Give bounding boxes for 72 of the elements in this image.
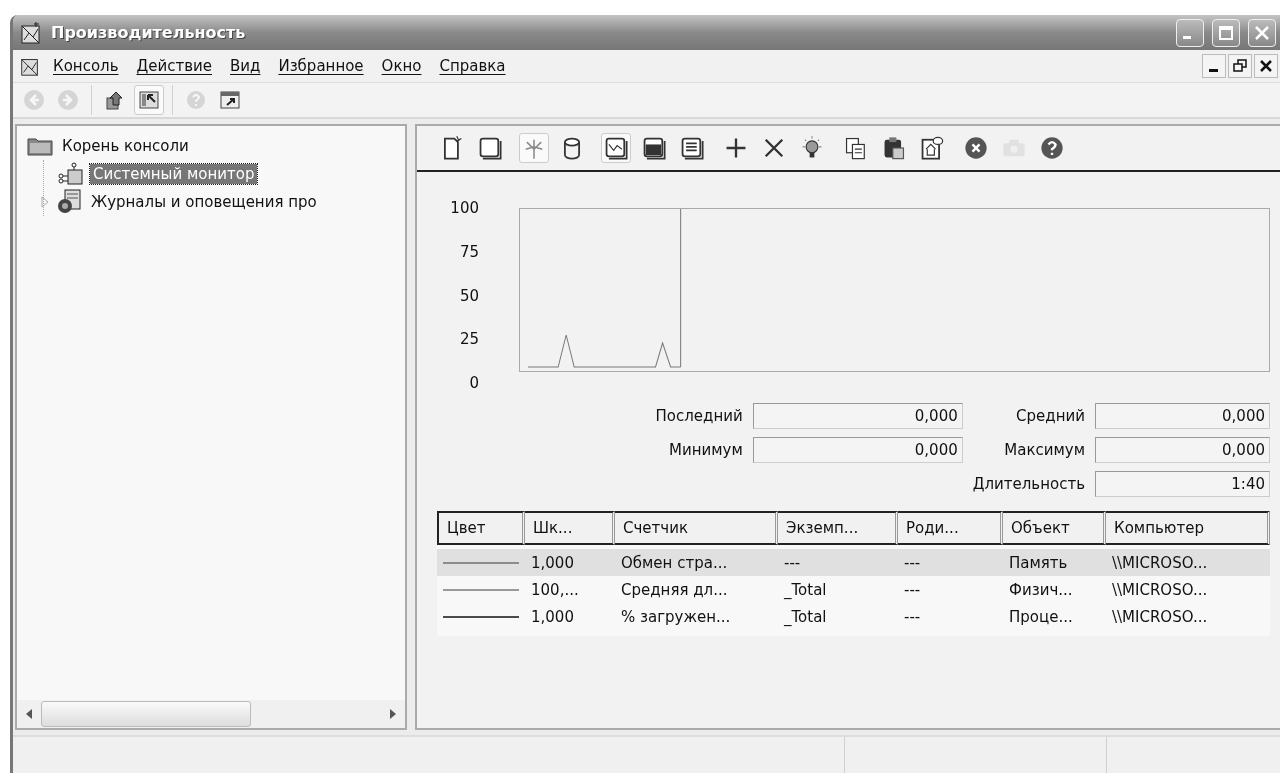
column-header[interactable]: Экземп... bbox=[778, 511, 898, 545]
table-row[interactable]: 1,000 Обмен стра... --- --- Память \\MICROSO... bbox=[437, 549, 1270, 576]
axis-tick-label: 100 bbox=[450, 198, 479, 218]
right-arrow-icon[interactable] bbox=[389, 709, 397, 719]
axis-tick-label: 25 bbox=[459, 329, 479, 350]
table-cell-text: Средняя дл... bbox=[620, 579, 729, 601]
column-header[interactable]: Цвет bbox=[437, 511, 525, 545]
table-cell-text: Память bbox=[1008, 552, 1069, 574]
column-header[interactable]: Счетчик bbox=[615, 511, 778, 545]
axis-tick-label: 75 bbox=[459, 241, 479, 262]
stat-label: Максимум bbox=[1003, 441, 1085, 459]
line-graph-icon[interactable] bbox=[601, 133, 631, 163]
table-cell-text: --- bbox=[903, 552, 922, 574]
table-cell-text: --- bbox=[903, 579, 922, 601]
window-title: Производительность bbox=[51, 23, 247, 42]
stat-field: 0,000 bbox=[752, 403, 963, 429]
minimize-icon bbox=[1183, 36, 1191, 39]
stat-field: 0,000 bbox=[752, 437, 963, 463]
menu-item[interactable]: Консоль bbox=[49, 55, 133, 77]
menu-item[interactable]: Избранное bbox=[274, 55, 378, 77]
table-cell-text: \\MICROSO... bbox=[1111, 552, 1209, 574]
table-cell-text: % загружен... bbox=[620, 606, 732, 628]
axis-tick-label: 50 bbox=[459, 285, 479, 306]
close-button[interactable] bbox=[1254, 54, 1278, 78]
app-icon bbox=[19, 20, 43, 45]
column-header[interactable]: Объект bbox=[1003, 511, 1106, 545]
restore-button[interactable] bbox=[1228, 54, 1252, 78]
stat-label: Длительность bbox=[972, 475, 1085, 493]
stat-label: Последний bbox=[655, 407, 743, 425]
monitor-icon bbox=[58, 162, 84, 186]
stat-label: Средний bbox=[1015, 407, 1085, 425]
tree-item[interactable]: Журналы и оповещения про bbox=[88, 192, 320, 212]
minimize-button[interactable] bbox=[1202, 54, 1226, 78]
table-cell-text: \\MICROSO... bbox=[1111, 606, 1209, 628]
column-header[interactable]: Компьютер bbox=[1106, 511, 1270, 545]
table-cell-text: Обмен стра... bbox=[620, 552, 729, 574]
tree-pane-icon[interactable] bbox=[134, 85, 164, 115]
table-cell-text: --- bbox=[903, 606, 922, 628]
tree-item[interactable]: Системный монитор bbox=[90, 164, 258, 184]
menu-item[interactable]: Действие bbox=[132, 55, 226, 77]
maximize-icon bbox=[1218, 24, 1234, 41]
axis-tick-label: 0 bbox=[469, 373, 479, 393]
left-arrow-icon[interactable] bbox=[25, 709, 33, 719]
restore-icon bbox=[1233, 59, 1247, 73]
table-cell-text: 1,000 bbox=[530, 606, 575, 628]
logs-icon bbox=[56, 189, 82, 215]
table-cell-text: \\MICROSO... bbox=[1111, 579, 1209, 601]
menu-item[interactable]: Справка bbox=[435, 55, 520, 77]
minimize-icon bbox=[1208, 69, 1218, 72]
stat-field: 1:40 bbox=[1095, 471, 1270, 497]
table-cell-text: 1,000 bbox=[530, 552, 575, 574]
table-cell-text: --- bbox=[783, 552, 802, 574]
column-header[interactable]: Шк... bbox=[525, 511, 615, 545]
table-cell-text: Проце... bbox=[1008, 606, 1074, 628]
tree-item[interactable]: Корень консоли bbox=[59, 136, 192, 156]
menu-item[interactable]: Вид bbox=[226, 55, 275, 77]
close-icon bbox=[1254, 24, 1270, 41]
burst-icon[interactable] bbox=[519, 133, 549, 163]
close-icon bbox=[1259, 59, 1273, 73]
table-cell-text: 100,... bbox=[530, 579, 580, 601]
column-header[interactable]: Роди... bbox=[898, 511, 1003, 545]
table-cell-text: _Total bbox=[783, 606, 828, 628]
stat-field: 0,000 bbox=[1095, 437, 1270, 463]
table-cell-text: Физич... bbox=[1008, 579, 1074, 601]
folder-icon bbox=[27, 136, 53, 156]
menu-item[interactable]: Окно bbox=[377, 55, 436, 77]
scrollbar-thumb[interactable] bbox=[41, 701, 251, 727]
horizontal-scrollbar[interactable] bbox=[17, 700, 405, 728]
maximize-button[interactable] bbox=[1212, 18, 1240, 47]
table-cell-text: _Total bbox=[783, 579, 828, 601]
stat-label: Минимум bbox=[667, 441, 743, 459]
stat-field: 0,000 bbox=[1095, 403, 1270, 429]
